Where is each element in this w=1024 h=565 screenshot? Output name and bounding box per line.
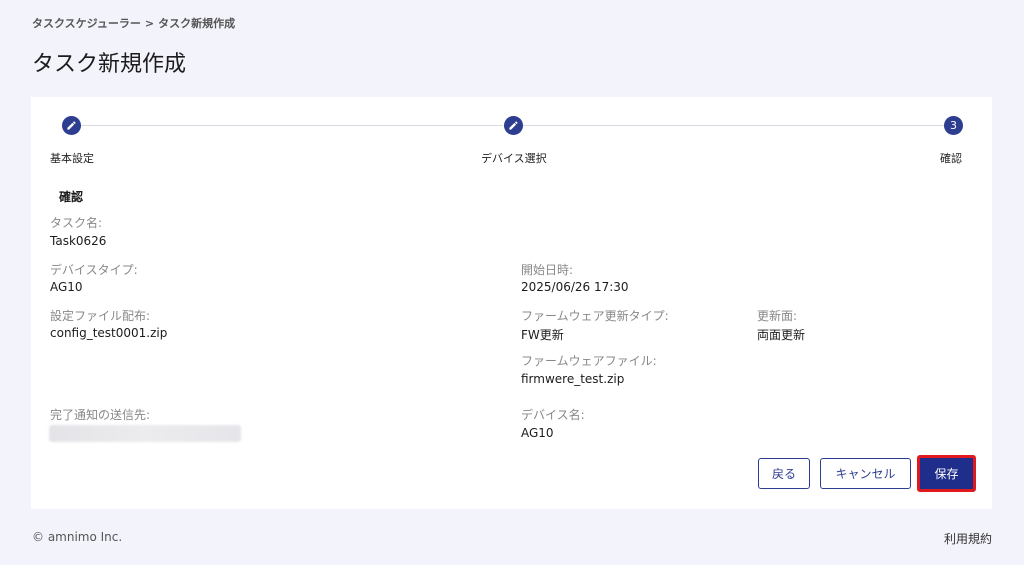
start-datetime-label: 開始日時: — [521, 263, 574, 277]
notify-recipient-label: 完了通知の送信先: — [50, 408, 151, 422]
notify-recipient-value-redacted — [49, 425, 241, 442]
fw-update-type-label: ファームウェア更新タイプ: — [521, 309, 669, 323]
cancel-button[interactable]: キャンセル — [820, 458, 911, 489]
update-side-value: 両面更新 — [757, 328, 806, 342]
task-confirm-card: 3 基本設定 デバイス選択 確認 確認 タスク名: Task0626 デバイスタ… — [31, 97, 992, 509]
copyright: © amnimo Inc. — [32, 530, 123, 544]
stepper-connector-2 — [523, 125, 944, 126]
device-name-value: AG10 — [521, 426, 554, 440]
breadcrumb-current: タスク新規作成 — [158, 17, 236, 30]
config-file-value: config_test0001.zip — [50, 326, 168, 340]
task-name-value: Task0626 — [50, 234, 107, 248]
page-title: タスク新規作成 — [32, 52, 187, 77]
update-side-label: 更新面: — [757, 309, 798, 323]
stepper-connector-1 — [81, 125, 503, 126]
back-button[interactable]: 戻る — [758, 458, 810, 489]
step-1-indicator — [62, 116, 81, 135]
pencil-icon — [67, 121, 76, 130]
device-name-label: デバイス名: — [521, 408, 585, 422]
device-type-value: AG10 — [50, 280, 83, 294]
confirm-section-title: 確認 — [59, 190, 84, 204]
terms-link[interactable]: 利用規約 — [944, 530, 992, 547]
pencil-icon — [509, 121, 518, 130]
breadcrumb-parent-link[interactable]: タスクスケジューラー — [32, 17, 141, 30]
fw-file-value: firmwere_test.zip — [521, 372, 625, 386]
fw-update-type-value: FW更新 — [521, 328, 564, 342]
start-datetime-value: 2025/06/26 17:30 — [521, 280, 629, 294]
breadcrumb: タスクスケジューラー > タスク新規作成 — [32, 15, 235, 31]
device-type-label: デバイスタイプ: — [50, 263, 138, 277]
step-3-label: 確認 — [940, 152, 962, 165]
step-2-label: デバイス選択 — [481, 152, 547, 165]
task-name-label: タスク名: — [50, 216, 103, 230]
save-button[interactable]: 保存 — [917, 455, 976, 492]
step-2-indicator — [504, 116, 523, 135]
config-file-label: 設定ファイル配布: — [50, 309, 151, 323]
step-3-indicator: 3 — [944, 116, 963, 135]
breadcrumb-separator: > — [144, 17, 155, 30]
fw-file-label: ファームウェアファイル: — [521, 354, 657, 368]
step-1-label: 基本設定 — [50, 152, 94, 165]
